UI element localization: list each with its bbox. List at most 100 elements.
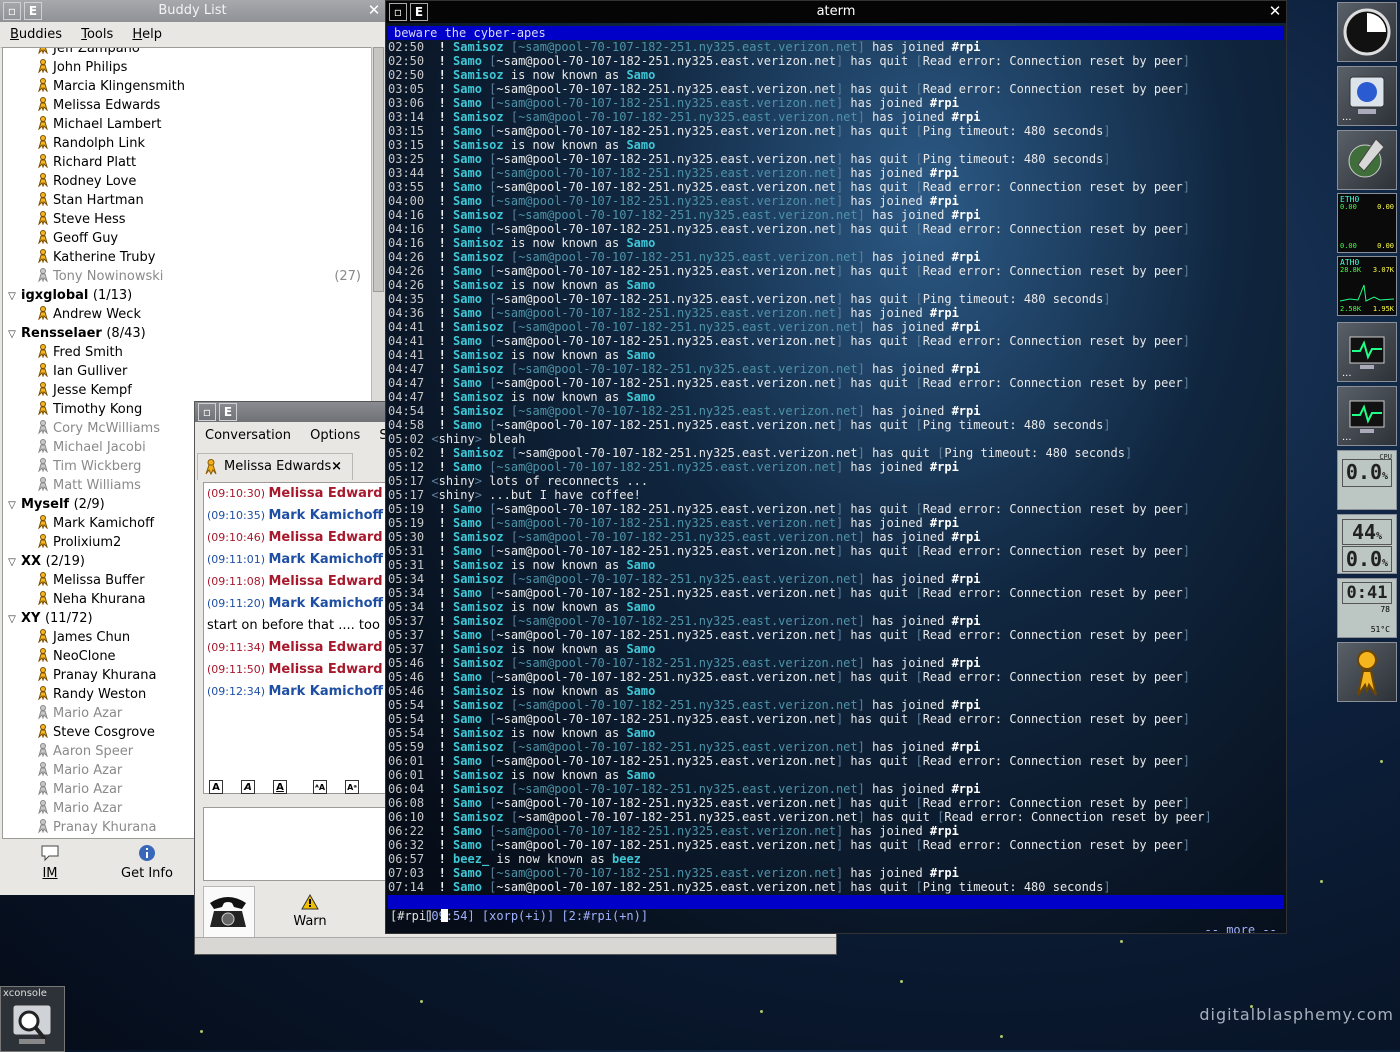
- get-info-button[interactable]: Get Info: [112, 844, 182, 881]
- dock-tile-memory[interactable]: 44% 0.0%: [1337, 514, 1397, 574]
- irc-timestamp: 06:08: [388, 796, 432, 810]
- bold-button[interactable]: A: [209, 780, 223, 794]
- irc-line: 06:04 ! Samisoz [~sam@pool-70-107-182-25…: [388, 782, 1284, 796]
- buddy-item[interactable]: Melissa Edwards: [3, 96, 371, 115]
- irc-input[interactable]: [#rpi]: [390, 909, 448, 923]
- irc-nick: Samo: [626, 390, 656, 404]
- menu-help[interactable]: Help: [122, 23, 167, 42]
- buddy-item[interactable]: Katherine Truby: [3, 248, 371, 267]
- irc-bracket: [: [915, 152, 923, 166]
- irc-timestamp: 04:00: [388, 194, 432, 208]
- menu-buddies[interactable]: Buddies: [0, 23, 67, 42]
- buddy-item[interactable]: Richard Platt: [3, 153, 371, 172]
- irc-nick: Samisoz: [453, 348, 511, 362]
- italic-button[interactable]: A: [241, 780, 255, 794]
- buddy-item[interactable]: Randolph Link: [3, 134, 371, 153]
- message-entry[interactable]: [203, 807, 390, 881]
- buddy-item[interactable]: Tony Nowinowski (27): [3, 267, 371, 286]
- buddy-list-titlebar[interactable]: ▫ E Buddy List ✕: [0, 0, 385, 22]
- irc-line: 02:50 ! Samisoz is now known as Samo: [388, 68, 1284, 82]
- irc-channel: #rpi: [929, 824, 959, 838]
- irc-hostmask: ~sam@pool-70-107-182-251.ny325.east.veri…: [518, 110, 858, 124]
- chat-message: (09:10:30) Melissa Edward: [204, 483, 389, 505]
- buddy-item[interactable]: Ian Gulliver: [3, 362, 371, 381]
- irc-event-marker: !: [431, 264, 454, 278]
- irc-line: 05:17 <shiny> ...but I have coffee!: [388, 488, 1284, 502]
- buddy-group[interactable]: ▽ Rensselaer (8/43): [3, 324, 371, 343]
- preferences-icon: [1348, 138, 1385, 178]
- dock-tile-netmon-ath0[interactable]: ATH0 28.8K 3.07K 2.58K 1.95K: [1337, 256, 1397, 316]
- buddy-item[interactable]: Andrew Weck: [3, 305, 371, 324]
- xconsole-appicon[interactable]: xconsole: [0, 986, 65, 1052]
- irc-hostmask: ~sam@pool-70-107-182-251.ny325.east.veri…: [496, 880, 836, 894]
- buddy-person-icon: [38, 781, 48, 795]
- irc-nick: Samisoz: [453, 404, 511, 418]
- buddy-item[interactable]: Stan Hartman: [3, 191, 371, 210]
- window-menu-button[interactable]: ▫: [198, 403, 216, 421]
- warn-button[interactable]: Warn: [285, 893, 335, 929]
- buddy-item[interactable]: Steve Hess: [3, 210, 371, 229]
- dock-tile-gaim[interactable]: [1337, 642, 1397, 702]
- menu-options[interactable]: Options: [300, 424, 365, 443]
- expand-triangle-icon[interactable]: ▽: [3, 553, 21, 572]
- irc-bracket: [: [915, 54, 923, 68]
- irc-channel: #rpi: [951, 656, 981, 670]
- im-button[interactable]: IM: [30, 844, 70, 881]
- warning-icon: [301, 893, 319, 910]
- dock-tile-preferences[interactable]: [1337, 130, 1397, 190]
- dock-tile-netmon-eth0[interactable]: ETH0 0.00 0.00 0.00 0.00: [1337, 193, 1397, 253]
- dock-tile-terminal[interactable]: ...: [1337, 66, 1397, 126]
- dock-tile-gnustep[interactable]: [1337, 2, 1397, 62]
- irc-log[interactable]: 02:50 ! Samisoz [~sam@pool-70-107-182-25…: [388, 40, 1284, 894]
- irc-event-marker: !: [431, 502, 454, 516]
- irc-bracket: ]: [857, 208, 873, 222]
- expand-triangle-icon[interactable]: ▽: [3, 325, 21, 344]
- irc-channel: #rpi: [951, 698, 981, 712]
- buddy-icon-phone[interactable]: [203, 886, 255, 940]
- irc-bracket: ]: [857, 810, 873, 824]
- menu-tools[interactable]: Tools: [71, 23, 118, 42]
- buddy-item[interactable]: Jesse Kempf: [3, 381, 371, 400]
- irc-timestamp: 05:46: [388, 684, 432, 698]
- font-size-button[interactable]: ᴬA: [313, 780, 327, 794]
- dock-tile-battery[interactable]: 0:41 78 51°C: [1337, 578, 1397, 638]
- expand-triangle-icon[interactable]: ▽: [3, 610, 21, 629]
- buddy-item[interactable]: John Philips: [3, 58, 371, 77]
- dock-tile-cpu[interactable]: CPU 0.0%: [1337, 450, 1397, 510]
- irc-message: ...but I have coffee!: [489, 488, 641, 502]
- buddy-item[interactable]: Jeff Zampano: [3, 48, 371, 58]
- irc-bracket: ]: [857, 740, 873, 754]
- irc-nick: Samo: [453, 516, 490, 530]
- aterm-titlebar[interactable]: ▫ E aterm ✕: [386, 1, 1286, 23]
- formatting-toolbar: A A A ᴬA Aᵃ: [203, 777, 383, 803]
- buddy-item[interactable]: Marcia Klingensmith: [3, 77, 371, 96]
- buddy-item[interactable]: Fred Smith: [3, 343, 371, 362]
- irc-line: 05:34 ! Samisoz [~sam@pool-70-107-182-25…: [388, 572, 1284, 586]
- dock-tile-sysmon-2[interactable]: ...: [1337, 386, 1397, 446]
- buddy-group[interactable]: ▽ igxglobal (1/13): [3, 286, 371, 305]
- window-e-button[interactable]: E: [219, 403, 237, 421]
- menu-conversation[interactable]: Conversation: [195, 424, 296, 443]
- close-icon[interactable]: ✕: [1266, 3, 1284, 21]
- conversation-tab[interactable]: Melissa Edwards ×: [197, 453, 353, 480]
- expand-triangle-icon[interactable]: ▽: [3, 496, 21, 515]
- tab-close-icon[interactable]: ×: [331, 459, 342, 474]
- font-size-small-button[interactable]: Aᵃ: [345, 780, 359, 794]
- expand-triangle-icon[interactable]: ▽: [3, 287, 21, 306]
- buddy-item[interactable]: Rodney Love: [3, 172, 371, 191]
- buddy-item[interactable]: Geoff Guy: [3, 229, 371, 248]
- underline-button[interactable]: A: [273, 780, 287, 794]
- irc-hostmask: ~sam@pool-70-107-182-251.ny325.east.veri…: [496, 838, 836, 852]
- buddy-item[interactable]: Michael Lambert: [3, 115, 371, 134]
- scrollbar-thumb[interactable]: [373, 47, 384, 292]
- net-tx-value: 0.00: [1377, 242, 1394, 250]
- dock-tile-sysmon-1[interactable]: ...: [1337, 322, 1397, 382]
- buddy-name: Michael Jacobi: [53, 440, 146, 455]
- close-icon[interactable]: ✕: [365, 2, 383, 20]
- irc-event-marker: !: [431, 698, 454, 712]
- irc-bracket: ]: [1182, 334, 1191, 348]
- conversation-log[interactable]: (09:10:30) Melissa Edward (09:10:35) Mark…: [203, 482, 390, 794]
- irc-event-text: is now known as: [510, 68, 627, 82]
- irc-bracket: [: [510, 110, 519, 124]
- message-timestamp: (09:11:50): [207, 663, 269, 676]
